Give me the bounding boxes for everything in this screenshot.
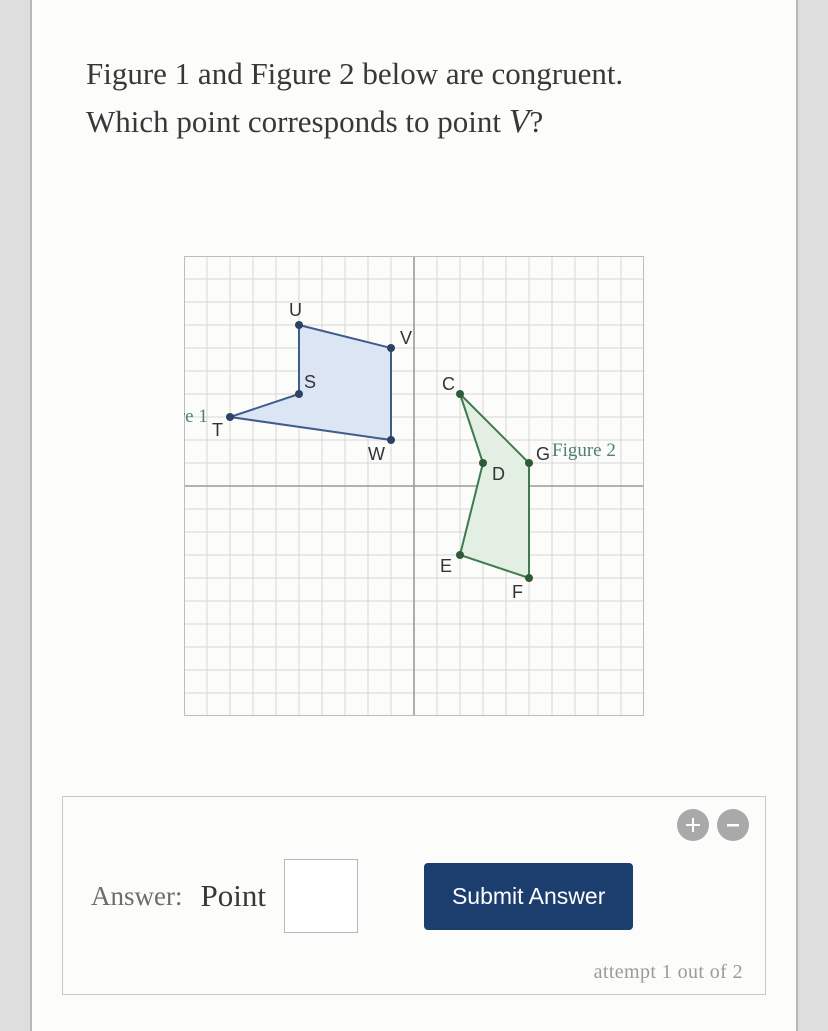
card-icon-row xyxy=(677,809,749,841)
question-text: Figure 1 and Figure 2 below are congruen… xyxy=(86,52,742,146)
question-variable: V xyxy=(509,103,530,140)
problem-card: Figure 1 and Figure 2 below are congruen… xyxy=(30,0,798,1031)
figure-2-label: Figure 2 xyxy=(552,440,616,461)
answer-row: Answer: Point Submit Answer xyxy=(91,859,743,933)
minus-icon xyxy=(724,816,742,834)
graph-area: U V W T S C G F E D xyxy=(60,256,768,716)
vertex-label-U: U xyxy=(289,300,302,320)
submit-answer-button[interactable]: Submit Answer xyxy=(424,863,633,930)
attempt-counter: attempt 1 out of 2 xyxy=(85,961,743,984)
answer-panel: Answer: Point Submit Answer attempt 1 ou… xyxy=(62,796,766,995)
collapse-button[interactable] xyxy=(717,809,749,841)
vertex-label-C: C xyxy=(442,374,455,394)
plus-icon xyxy=(684,816,702,834)
figure-1-label: Figure 1 xyxy=(184,406,208,427)
question-line2-post: ? xyxy=(530,104,544,139)
vertex-label-S: S xyxy=(304,372,316,392)
answer-input[interactable] xyxy=(284,859,358,933)
vertex-label-G: G xyxy=(536,444,550,464)
vertex-label-V: V xyxy=(400,328,412,348)
expand-button[interactable] xyxy=(677,809,709,841)
question-line2-pre: Which point corresponds to point xyxy=(86,104,509,139)
vertex-label-E: E xyxy=(440,556,452,576)
vertex-label-D: D xyxy=(492,464,505,484)
coordinate-grid: U V W T S C G F E D xyxy=(184,256,644,716)
vertex-label-W: W xyxy=(368,444,385,464)
vertex-label-T: T xyxy=(212,420,223,440)
answer-label: Answer: xyxy=(91,881,182,912)
vertex-label-F: F xyxy=(512,582,523,602)
point-label: Point xyxy=(200,878,265,914)
question-line1: Figure 1 and Figure 2 below are congruen… xyxy=(86,56,623,91)
